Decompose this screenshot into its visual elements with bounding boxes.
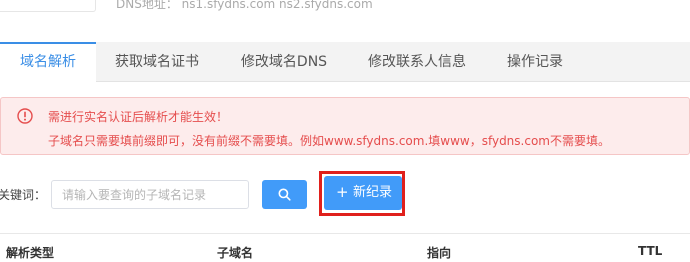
domain-info-box bbox=[0, 0, 96, 12]
tab-bar: 域名解析 获取域名证书 修改域名DNS 修改联系人信息 操作记录 bbox=[0, 42, 690, 83]
top-area: DNS地址： ns1.sfydns.com ns2.sfydns.com bbox=[0, 0, 690, 42]
tab-modify-dns[interactable]: 修改域名DNS bbox=[224, 42, 344, 82]
keyword-label: 关键词： bbox=[0, 188, 47, 202]
search-icon bbox=[278, 188, 291, 201]
warning-circle-icon bbox=[17, 108, 33, 124]
column-header-record-type: 解析类型 bbox=[6, 246, 55, 260]
alert-message-realname: 需进行实名认证后解析才能生效！ bbox=[48, 110, 229, 124]
search-button[interactable] bbox=[262, 180, 307, 209]
realname-alert: 需进行实名认证后解析才能生效！ 子域名只需要填前缀即可，没有前缀不需要填。例如w… bbox=[0, 97, 690, 155]
add-record-button[interactable]: + 新纪录 bbox=[324, 176, 402, 210]
subdomain-search-input[interactable] bbox=[51, 180, 249, 209]
tab-dns-resolution[interactable]: 域名解析 bbox=[0, 42, 96, 83]
column-header-ttl: TTL bbox=[638, 244, 663, 258]
dns-address: DNS地址： ns1.sfydns.com ns2.sfydns.com bbox=[116, 0, 373, 11]
alert-message-subdomain-hint: 子域名只需要填前缀即可，没有前缀不需要填。例如www.sfydns.com.填w… bbox=[48, 134, 610, 148]
tab-modify-contact[interactable]: 修改联系人信息 bbox=[352, 42, 482, 82]
tab-operation-log[interactable]: 操作记录 bbox=[490, 42, 580, 82]
plus-icon: + bbox=[336, 183, 349, 201]
add-record-label: 新纪录 bbox=[353, 185, 393, 200]
column-header-target: 指向 bbox=[427, 246, 452, 260]
records-table-header: 解析类型 子域名 指向 TTL bbox=[0, 233, 690, 262]
column-header-subdomain: 子域名 bbox=[217, 246, 254, 260]
tab-get-certificate[interactable]: 获取域名证书 bbox=[98, 42, 216, 82]
